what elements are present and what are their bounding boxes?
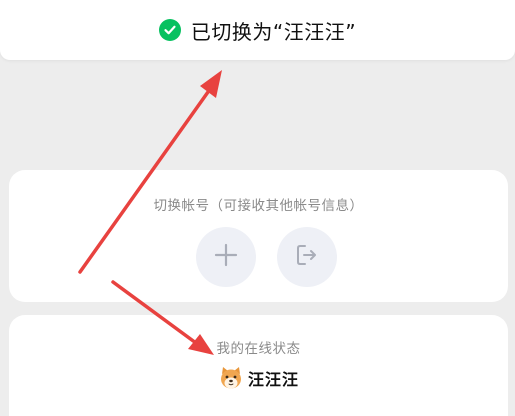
switch-account-card: 切换帐号（可接收其他帐号信息）	[9, 170, 508, 302]
switch-account-title: 切换帐号（可接收其他帐号信息）	[153, 198, 364, 214]
plus-icon	[214, 243, 238, 271]
logout-button[interactable]	[277, 227, 337, 287]
logout-icon	[294, 242, 320, 272]
dog-face-icon	[218, 365, 244, 391]
check-circle-icon	[158, 19, 181, 41]
status-name: 汪汪汪	[247, 370, 299, 389]
online-status-title: 我的在线状态	[216, 341, 301, 357]
toast-message: 已切换为“汪汪汪”	[190, 19, 357, 44]
current-status[interactable]: 汪汪汪	[9, 365, 508, 391]
online-status-card[interactable]: 我的在线状态 汪汪汪	[9, 315, 508, 416]
add-account-button[interactable]	[196, 227, 256, 287]
toast-notification: 已切换为“汪汪汪”	[0, 0, 515, 60]
